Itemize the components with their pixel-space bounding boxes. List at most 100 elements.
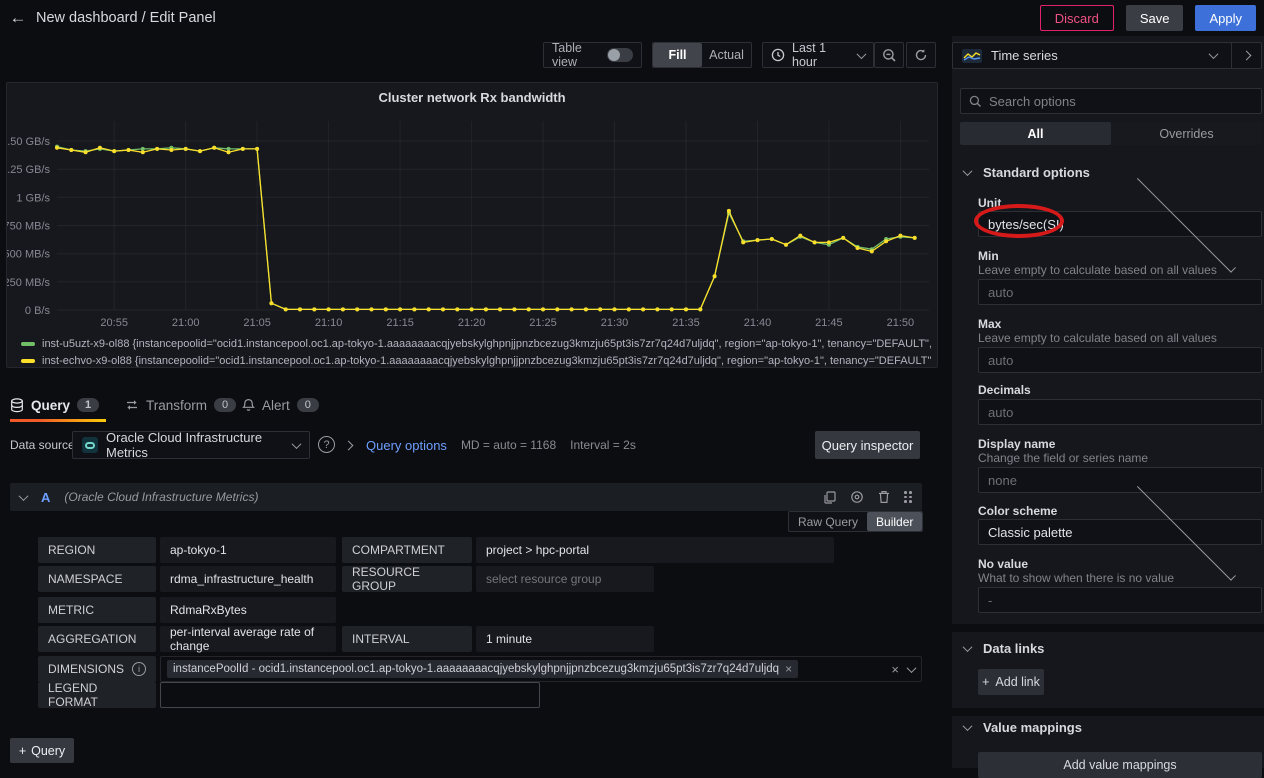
raw-query-option[interactable]: Raw Query: [789, 512, 867, 531]
no-value-description: What to show when there is no value: [978, 571, 1174, 585]
svg-text:21:15: 21:15: [386, 317, 414, 329]
dimension-chip[interactable]: instancePoolId - ocid1.instancepool.oc1.…: [167, 660, 798, 678]
query-datasource-note: (Oracle Cloud Infrastructure Metrics): [64, 490, 258, 504]
datasource-picker[interactable]: Oracle Cloud Infrastructure Metrics: [72, 431, 310, 459]
chevron-down-icon: [907, 663, 917, 673]
duplicate-query-icon[interactable]: [823, 491, 836, 504]
compartment-value[interactable]: project > hpc-portal: [476, 537, 834, 563]
options-tabs: All Overrides: [960, 122, 1262, 145]
transform-count-badge: 0: [214, 398, 236, 412]
table-view-toggle[interactable]: [607, 48, 633, 62]
svg-text:500 MB/s: 500 MB/s: [7, 249, 50, 261]
actual-option[interactable]: Actual: [702, 43, 751, 67]
compartment-label: COMPARTMENT: [342, 537, 472, 563]
legend-format-input[interactable]: [160, 682, 540, 708]
add-link-button[interactable]: + Add link: [978, 669, 1044, 695]
display-name-input[interactable]: [978, 467, 1262, 493]
metric-value[interactable]: RdmaRxBytes: [160, 597, 336, 623]
add-query-button[interactable]: + Query: [10, 738, 74, 763]
decimals-input[interactable]: [978, 399, 1262, 425]
standard-options-title: Standard options: [983, 165, 1090, 180]
metric-row: METRIC RdmaRxBytes: [38, 597, 336, 623]
section-divider: [952, 624, 1264, 632]
max-input[interactable]: [978, 347, 1262, 373]
interval-value[interactable]: 1 minute: [476, 626, 654, 652]
header-actions: Discard Save Apply: [1040, 5, 1256, 31]
legend-series-color: [21, 359, 35, 363]
discard-button[interactable]: Discard: [1040, 5, 1114, 31]
legend-item[interactable]: inst-u5uzt-x9-ol88 {instancepoolid="ocid…: [21, 335, 931, 352]
legend-format-label: LEGEND FORMAT: [38, 682, 156, 708]
grafana-edit-panel: ← New dashboard / Edit Panel Discard Sav…: [0, 0, 1264, 768]
dimensions-row: DIMENSIONS i instancePoolId - ocid1.inst…: [38, 656, 922, 682]
query-ref-id: A: [41, 490, 50, 505]
svg-text:1.50 GB/s: 1.50 GB/s: [7, 136, 50, 148]
time-range-label: Last 1 hour: [792, 41, 851, 69]
oci-datasource-icon: [82, 437, 98, 453]
value-mappings-header[interactable]: Value mappings: [964, 720, 1082, 735]
chart-legend: inst-u5uzt-x9-ol88 {instancepoolid="ocid…: [21, 335, 931, 369]
dimension-chip-text: instancePoolId - ocid1.instancepool.oc1.…: [173, 663, 779, 675]
query-options-link[interactable]: Query options: [366, 438, 447, 453]
min-input[interactable]: [978, 279, 1262, 305]
svg-text:21:20: 21:20: [458, 317, 486, 329]
expand-options-button[interactable]: [1231, 43, 1261, 68]
svg-text:1.25 GB/s: 1.25 GB/s: [7, 164, 50, 176]
region-compartment-row: REGION ap-tokyo-1 COMPARTMENT project > …: [38, 537, 834, 563]
tab-query[interactable]: Query 1: [10, 392, 99, 418]
query-inspector-button[interactable]: Query inspector: [815, 431, 920, 459]
clock-icon: [771, 48, 785, 62]
display-name-label: Display name: [978, 437, 1055, 451]
unit-label: Unit: [978, 196, 1001, 210]
legend-item[interactable]: inst-echvo-x9-ol88 {instancepoolid="ocid…: [21, 352, 931, 369]
add-value-mappings-label: Add value mappings: [1063, 758, 1176, 772]
tab-transform[interactable]: Transform 0: [125, 392, 236, 418]
refresh-button[interactable]: [906, 42, 936, 68]
no-value-input[interactable]: [978, 587, 1262, 613]
plus-icon: +: [19, 744, 26, 758]
fill-option[interactable]: Fill: [653, 43, 702, 67]
tab-overrides[interactable]: Overrides: [1111, 122, 1262, 145]
tab-alert[interactable]: Alert 0: [242, 392, 319, 418]
namespace-value[interactable]: rdma_infrastructure_health: [160, 566, 336, 592]
resource-group-value[interactable]: select resource group: [476, 566, 654, 592]
region-value[interactable]: ap-tokyo-1: [160, 537, 336, 563]
visualization-picker[interactable]: Time series: [952, 42, 1262, 69]
namespace-label: NAMESPACE: [38, 566, 156, 592]
unit-select[interactable]: bytes/sec(SI): [978, 211, 1262, 237]
chevron-right-icon: [344, 440, 354, 450]
color-scheme-select[interactable]: Classic palette: [978, 519, 1262, 545]
query-row-header[interactable]: A (Oracle Cloud Infrastructure Metrics): [10, 483, 922, 511]
datasource-help-icon[interactable]: ?: [318, 436, 335, 453]
search-input[interactable]: [989, 94, 1253, 109]
delete-query-icon[interactable]: [878, 490, 890, 504]
back-arrow-icon[interactable]: ←: [0, 8, 36, 28]
remove-dimension-icon[interactable]: ×: [785, 662, 792, 676]
legend-format-row: LEGEND FORMAT: [38, 682, 540, 708]
query-options-strip: Query options MD = auto = 1168 Interval …: [345, 431, 805, 459]
dimensions-input[interactable]: instancePoolId - ocid1.instancepool.oc1.…: [160, 656, 922, 682]
legend-series-name: inst-u5uzt-x9-ol88 {instancepoolid="ocid…: [42, 338, 931, 350]
time-series-chart[interactable]: 1.50 GB/s1.25 GB/s1 GB/s750 MB/s500 MB/s…: [7, 107, 939, 335]
save-button[interactable]: Save: [1126, 5, 1184, 31]
standard-options-header[interactable]: Standard options: [964, 165, 1090, 180]
chevron-down-icon: [963, 166, 973, 176]
time-range-picker[interactable]: Last 1 hour: [762, 42, 874, 68]
builder-option[interactable]: Builder: [867, 512, 922, 531]
region-label: REGION: [38, 537, 156, 563]
zoom-out-button[interactable]: [874, 42, 904, 68]
clear-dimensions-icon[interactable]: ×: [891, 662, 899, 677]
tab-all[interactable]: All: [960, 122, 1111, 145]
apply-button[interactable]: Apply: [1195, 5, 1256, 31]
info-icon[interactable]: i: [132, 662, 146, 676]
add-value-mappings-button[interactable]: Add value mappings: [978, 752, 1262, 778]
aggregation-value[interactable]: per-interval average rate of change: [160, 626, 336, 652]
page-title: New dashboard / Edit Panel: [36, 10, 216, 26]
header-bar: ← New dashboard / Edit Panel Discard Sav…: [0, 0, 1264, 36]
collapse-chevron-icon[interactable]: [19, 491, 29, 501]
query-count-badge: 1: [77, 398, 99, 412]
disable-query-icon[interactable]: [850, 490, 864, 504]
data-links-header[interactable]: Data links: [964, 641, 1044, 656]
drag-handle-icon[interactable]: [904, 491, 912, 503]
magnifier-minus-icon: [882, 48, 897, 63]
